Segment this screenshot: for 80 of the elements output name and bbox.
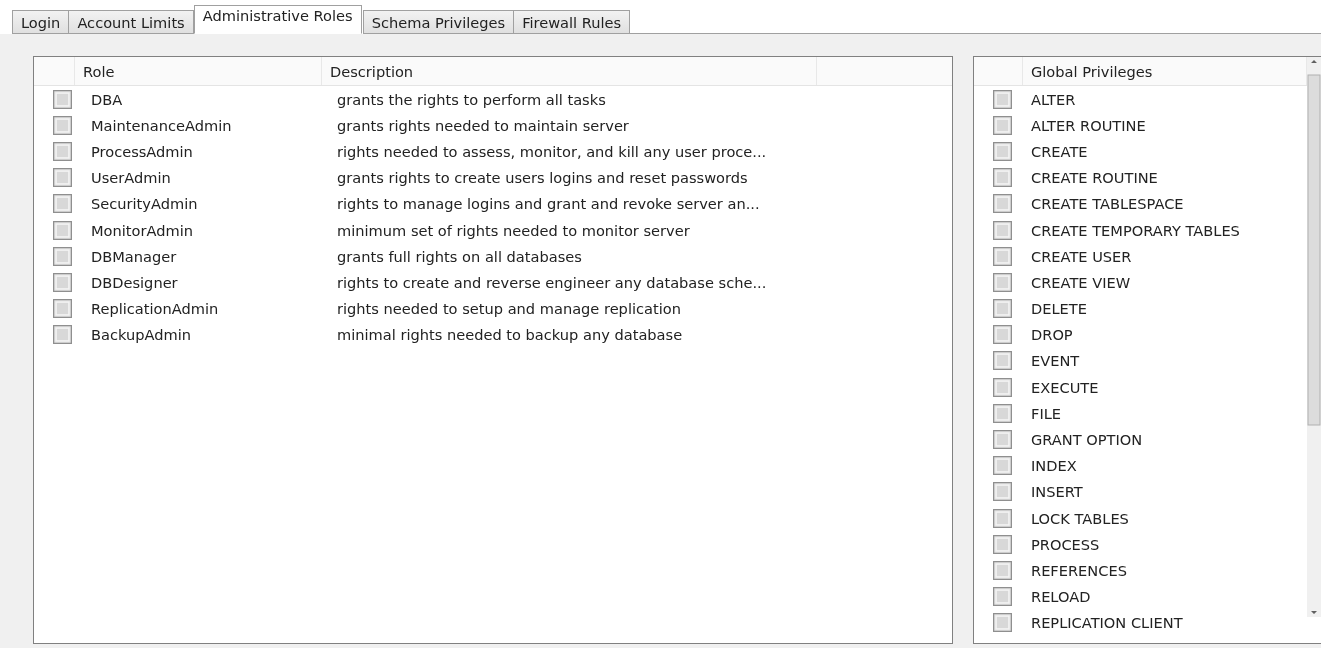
table-cell: PROCESS <box>1031 535 1100 553</box>
checkbox[interactable] <box>993 613 1012 633</box>
checkbox[interactable] <box>993 482 1012 502</box>
checkbox[interactable] <box>993 115 1012 135</box>
checkbox[interactable] <box>53 220 72 240</box>
table-cell: CREATE USER <box>1031 247 1132 265</box>
table-cell: grants rights to create users logins and reset passwords <box>337 169 748 187</box>
table-cell: INSERT <box>1031 483 1083 501</box>
checkbox[interactable] <box>993 587 1012 607</box>
table-cell: CREATE ROUTINE <box>1031 169 1158 187</box>
checkbox[interactable] <box>53 299 72 319</box>
checkbox[interactable] <box>993 141 1012 161</box>
table-cell: minimum set of rights needed to monitor server <box>337 221 690 239</box>
checkbox[interactable] <box>993 246 1012 266</box>
table-cell-text: DBDesigner <box>91 273 179 291</box>
table-cell: CREATE <box>1031 142 1088 160</box>
table-cell: LOCK TABLES <box>1031 509 1129 527</box>
table-cell: REFERENCES <box>1031 561 1127 579</box>
table-cell: GRANT OPTION <box>1031 431 1143 449</box>
table-cell: minimal rights needed to backup any database <box>337 326 683 344</box>
table-cell: rights to manage logins and grant and revoke server an... <box>337 195 760 213</box>
column-header[interactable]: Description <box>322 57 817 85</box>
column-header[interactable]: Role <box>75 57 322 85</box>
table-cell-text: DBManager <box>91 247 178 265</box>
checkbox[interactable] <box>993 194 1012 214</box>
checkbox[interactable] <box>993 272 1012 292</box>
table-cell: DELETE <box>1031 300 1087 318</box>
checkbox[interactable] <box>53 325 72 345</box>
table-cell: grants rights needed to maintain server <box>337 116 629 134</box>
tab[interactable]: Administrative Roles <box>193 5 362 34</box>
checkbox[interactable] <box>993 377 1012 397</box>
table-cell: REPLICATION CLIENT <box>1031 614 1183 632</box>
table-cell: rights needed to setup and manage replication <box>337 300 681 318</box>
checkbox[interactable] <box>53 89 72 109</box>
tab[interactable]: Firewall Rules <box>513 10 631 34</box>
table-cell-text: UserAdmin <box>91 169 172 187</box>
table-cell-text: ReplicationAdmin <box>91 300 220 318</box>
checkbox[interactable] <box>993 168 1012 188</box>
table-cell: RELOAD <box>1031 588 1091 606</box>
table-cell: grants the rights to perform all tasks <box>337 90 606 108</box>
checkbox[interactable] <box>53 272 72 292</box>
tab[interactable]: Account Limits <box>68 10 194 34</box>
table-cell: EVENT <box>1031 352 1080 370</box>
checkbox[interactable] <box>993 299 1012 319</box>
table-cell: ALTER ROUTINE <box>1031 116 1146 134</box>
table-cell-text: MaintenanceAdmin <box>91 116 233 134</box>
table-cell: grants full rights on all databases <box>337 247 582 265</box>
table-cell-text: BackupAdmin <box>91 326 192 344</box>
checkbox[interactable] <box>53 141 72 161</box>
scrollbar[interactable] <box>1307 57 1321 617</box>
checkbox[interactable] <box>53 115 72 135</box>
table-cell: EXECUTE <box>1031 378 1099 396</box>
table-cell: CREATE TEMPORARY TABLES <box>1031 221 1240 239</box>
table-cell-text: ProcessAdmin <box>91 142 194 160</box>
tab[interactable]: Schema Privileges <box>362 10 515 34</box>
table-cell: DROP <box>1031 326 1073 344</box>
checkbox[interactable] <box>993 560 1012 580</box>
table-cell: ALTER <box>1031 90 1076 108</box>
checkbox[interactable] <box>993 403 1012 423</box>
checkbox[interactable] <box>993 430 1012 450</box>
checkbox[interactable] <box>53 168 72 188</box>
checkbox[interactable] <box>53 194 72 214</box>
checkbox[interactable] <box>993 89 1012 109</box>
checkbox[interactable] <box>53 246 72 266</box>
table-cell-text: MonitorAdmin <box>91 221 194 239</box>
table-cell: CREATE VIEW <box>1031 273 1131 291</box>
checkbox[interactable] <box>993 508 1012 528</box>
table-cell: rights needed to assess, monitor, and kill any user proce... <box>337 142 767 160</box>
table-cell-text: DBA <box>91 90 124 108</box>
checkbox[interactable] <box>993 220 1012 240</box>
tab[interactable]: Login <box>12 10 70 34</box>
table-cell: FILE <box>1031 404 1062 422</box>
table-cell: INDEX <box>1031 457 1077 475</box>
checkbox[interactable] <box>993 534 1012 554</box>
checkbox[interactable] <box>993 456 1012 476</box>
table-cell: CREATE TABLESPACE <box>1031 195 1184 213</box>
table-cell-text: SecurityAdmin <box>91 195 199 213</box>
table-cell: rights to create and reverse engineer any database sche... <box>337 273 767 291</box>
checkbox[interactable] <box>993 325 1012 345</box>
checkbox[interactable] <box>993 351 1012 371</box>
